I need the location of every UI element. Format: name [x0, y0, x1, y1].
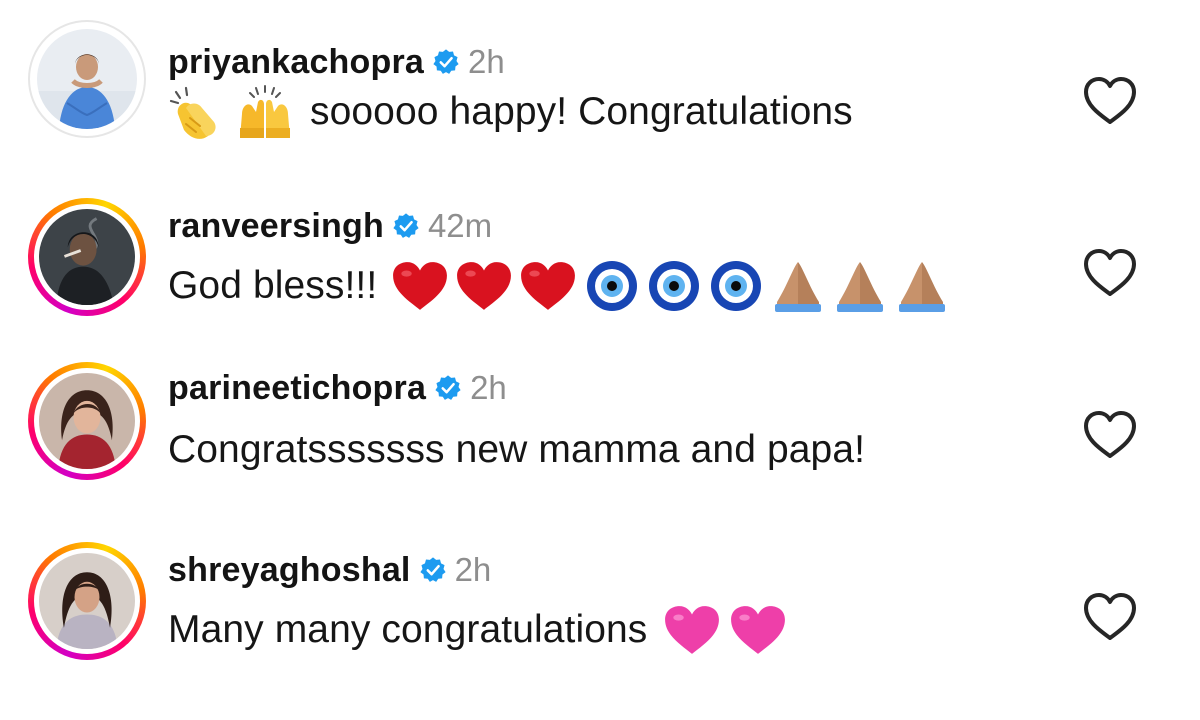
avatar-story-ring[interactable] — [28, 542, 146, 660]
folded-hands-icon — [837, 262, 884, 312]
comment-header: priyankachopra 2h — [168, 42, 505, 82]
heart-outline-icon[interactable] — [1082, 248, 1138, 298]
avatar-story-ring[interactable] — [28, 198, 146, 316]
comment-item: parineetichopra 2h Congratsssssss new ma… — [0, 362, 1200, 532]
comment-text: Congratsssssss new mamma and papa! — [168, 428, 866, 471]
avatar-photo — [39, 373, 135, 469]
emoji-group-before — [168, 84, 296, 140]
comment-timestamp[interactable]: 2h — [468, 43, 505, 81]
avatar[interactable] — [28, 20, 146, 138]
comment-item: ranveersingh 42m God bless!!! — [0, 198, 1200, 368]
pink-heart-icon — [731, 606, 786, 654]
heart-outline-icon[interactable] — [1082, 76, 1138, 126]
avatar-ring-gap — [34, 368, 140, 474]
comment-timestamp[interactable]: 2h — [455, 551, 492, 589]
red-heart-icon — [457, 262, 512, 310]
username-link[interactable]: priyankachopra — [168, 43, 424, 82]
comment-header: parineetichopra 2h — [168, 368, 507, 408]
verified-badge-icon — [419, 557, 446, 582]
folded-hands-icon — [775, 262, 822, 312]
red-heart-icon — [521, 262, 576, 310]
username-link[interactable]: ranveersingh — [168, 207, 384, 246]
comment-body: Many many congratulations — [168, 602, 787, 658]
comment-body: God bless!!! — [168, 258, 951, 314]
avatar-story-ring[interactable] — [28, 362, 146, 480]
comment-item: shreyaghoshal 2h Many many congratulatio… — [0, 542, 1200, 712]
heart-outline-icon[interactable] — [1082, 592, 1138, 642]
username-link[interactable]: parineetichopra — [168, 369, 426, 408]
red-heart-icon — [393, 262, 448, 310]
comments-list: priyankachopra 2h sooooo happy! Congratu… — [0, 0, 1200, 720]
comment-text: Many many congratulations — [168, 608, 648, 651]
emoji-group-after — [391, 258, 951, 314]
pink-heart-icon — [665, 606, 720, 654]
nazar-amulet-icon — [587, 261, 638, 311]
avatar-ring-gap — [34, 204, 140, 310]
comment-timestamp[interactable]: 42m — [428, 207, 492, 245]
avatar-photo — [37, 29, 137, 129]
comment-timestamp[interactable]: 2h — [470, 369, 507, 407]
verified-badge-icon — [393, 213, 419, 238]
username-link[interactable]: shreyaghoshal — [168, 551, 411, 590]
verified-badge-icon — [435, 375, 461, 400]
clapping-hands-icon — [169, 86, 216, 139]
comment-header: ranveersingh 42m — [168, 206, 492, 246]
comment-text: God bless!!! — [168, 264, 378, 307]
avatar-photo — [39, 209, 135, 305]
avatar-ring-gap — [34, 548, 140, 654]
verified-badge-icon — [433, 49, 459, 74]
comment-item: priyankachopra 2h sooooo happy! Congratu… — [0, 20, 1200, 196]
emoji-group-after — [663, 604, 787, 656]
nazar-amulet-icon — [711, 261, 762, 311]
folded-hands-icon — [899, 262, 946, 312]
comment-text: sooooo happy! Congratulations — [310, 90, 853, 133]
raising-hands-icon — [240, 85, 290, 138]
comment-body: sooooo happy! Congratulations — [168, 84, 853, 140]
comment-body: Congratsssssss new mamma and papa! — [168, 422, 865, 478]
avatar-photo — [39, 553, 135, 649]
comment-header: shreyaghoshal 2h — [168, 550, 491, 590]
heart-outline-icon[interactable] — [1082, 410, 1138, 460]
nazar-amulet-icon — [649, 261, 700, 311]
